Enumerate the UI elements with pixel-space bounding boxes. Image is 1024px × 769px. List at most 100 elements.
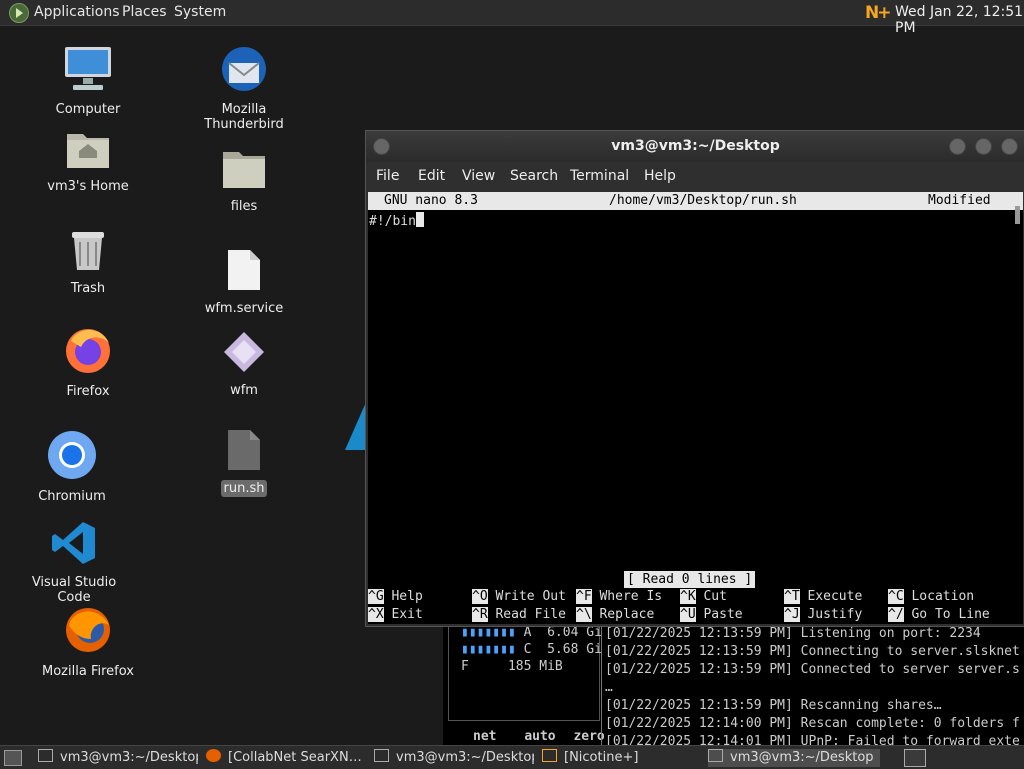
- desktop-icon-files[interactable]: files: [189, 148, 299, 215]
- maximize-button[interactable]: [975, 138, 992, 155]
- terminal-area[interactable]: GNU nano 8.3 /home/vm3/Desktop/run.sh Mo…: [368, 192, 1023, 624]
- desktop-icon-label: Trash: [70, 281, 106, 296]
- firefox-icon: [66, 329, 110, 373]
- log-line: [01/22/2025 12:14:01 PM] UPnP: Failed to…: [605, 734, 1020, 745]
- log-line: [01/22/2025 12:13:59 PM] Connected to se…: [605, 662, 1020, 677]
- nicotine-plus-icon[interactable]: N+: [865, 3, 891, 23]
- show-desktop-icon[interactable]: [4, 750, 22, 766]
- menu-view[interactable]: View: [462, 168, 495, 184]
- shortcut-paste[interactable]: ^U Paste: [680, 607, 743, 622]
- close-button[interactable]: [1001, 138, 1018, 155]
- shortcut-cut[interactable]: ^K Cut: [680, 589, 727, 604]
- desktop-icon-thunderbird[interactable]: Mozilla Thunderbird: [189, 45, 299, 133]
- log-line: [01/22/2025 12:13:59 PM] Connecting to s…: [605, 644, 1020, 659]
- taskbar-item-terminal-active[interactable]: vm3@vm3:~/Desktop: [708, 749, 880, 767]
- applications-menu[interactable]: Applications: [34, 4, 120, 20]
- thunderbird-icon: [222, 47, 266, 91]
- editor-line: #!/bin: [369, 214, 416, 229]
- trash-icon: [72, 232, 104, 270]
- desktop-icon-label: Computer: [55, 102, 121, 117]
- desktop-icon-vscode[interactable]: Visual Studio Code: [19, 520, 129, 606]
- computer-icon: [65, 47, 111, 90]
- shortcut-where-is[interactable]: ^F Where Is: [576, 589, 662, 604]
- nicotine-plus-icon: [542, 749, 557, 762]
- desktop-icon-label: vm3's Home: [47, 179, 129, 194]
- chromium-icon: [48, 431, 96, 479]
- shortcut-read-file[interactable]: ^R Read File: [472, 607, 566, 622]
- editor-content[interactable]: #!/bin: [369, 212, 424, 229]
- desktop-icon-wfm[interactable]: wfm: [189, 330, 299, 399]
- taskbar-item-nicotine[interactable]: [Nicotine+]: [542, 749, 702, 767]
- shortcut-write-out[interactable]: ^O Write Out: [472, 589, 566, 604]
- applications-menu-icon[interactable]: [9, 3, 29, 23]
- shortcut-justify[interactable]: ^J Justify: [784, 607, 862, 622]
- menu-help[interactable]: Help: [644, 168, 676, 184]
- log-line: [01/22/2025 12:13:59 PM] Listening on po…: [605, 626, 981, 641]
- log-line: [01/22/2025 12:13:59 PM] Rescanning shar…: [605, 698, 942, 713]
- script-file-icon: [228, 430, 260, 470]
- desktop-icon-mozilla-firefox[interactable]: Mozilla Firefox: [33, 605, 143, 680]
- shortcut-execute[interactable]: ^T Execute: [784, 589, 862, 604]
- shortcut-location[interactable]: ^C Location: [888, 589, 974, 604]
- shortcut-go-to-line[interactable]: ^/ Go To Line: [888, 607, 990, 622]
- taskbar-item-collabnet-searxng[interactable]: [CollabNet SearXN…: [206, 749, 366, 767]
- terminal-icon: [38, 749, 53, 762]
- firefox-icon: [66, 608, 110, 652]
- menu-edit[interactable]: Edit: [418, 168, 445, 184]
- folder-icon: [223, 152, 265, 188]
- background-terminal[interactable]: ▮▮▮▮▮▮▮ A 6.04 Gi ▮▮▮▮▮▮▮ C 5.68 Gi F 18…: [443, 625, 1024, 745]
- stat-line: ▮▮▮▮▮▮▮ A 6.04 Gi: [461, 625, 602, 640]
- minimize-button[interactable]: [949, 138, 966, 155]
- file-icon: [228, 250, 260, 290]
- firefox-icon: [206, 749, 221, 762]
- desktop-icon-label: wfm.service: [204, 301, 284, 316]
- nano-header: GNU nano 8.3 /home/vm3/Desktop/run.sh Mo…: [368, 192, 1023, 210]
- shortcut-exit[interactable]: ^X Exit: [368, 607, 423, 622]
- log-line: …: [605, 680, 613, 695]
- desktop-icon-computer[interactable]: Computer: [33, 45, 143, 118]
- terminal-icon: [708, 749, 723, 762]
- shortcut-help[interactable]: ^G Help: [368, 589, 423, 604]
- desktop-icon-label: Visual Studio Code: [31, 575, 117, 605]
- taskbar-item-terminal-1[interactable]: vm3@vm3:~/Desktop: [38, 749, 198, 767]
- wallpaper-fragment: [345, 400, 367, 450]
- scrollbar-thumb[interactable]: [1015, 206, 1020, 224]
- taskbar: vm3@vm3:~/Desktop [CollabNet SearXN… vm3…: [0, 745, 1024, 769]
- desktop-icon-label: Mozilla Thunderbird: [204, 102, 284, 132]
- desktop-icon-label: Mozilla Firefox: [42, 664, 134, 679]
- top-panel: Applications Places System N+ Wed Jan 22…: [0, 0, 1024, 36]
- shortcut-replace[interactable]: ^\ Replace: [576, 607, 654, 622]
- menu-file[interactable]: File: [376, 168, 399, 184]
- log-line: [01/22/2025 12:14:00 PM] Rescan complete…: [605, 716, 1020, 731]
- vscode-icon: [52, 522, 95, 564]
- desktop-icon-home[interactable]: vm3's Home: [33, 128, 143, 195]
- clock[interactable]: Wed Jan 22, 12:51 PM: [895, 4, 1024, 36]
- system-menu[interactable]: System: [174, 4, 226, 20]
- menu-terminal[interactable]: Terminal: [570, 168, 629, 184]
- desktop-icon-trash[interactable]: Trash: [33, 228, 143, 297]
- desktop-icon-label: Firefox: [66, 384, 110, 399]
- terminal-icon: [374, 749, 389, 762]
- desktop-icon-label: wfm: [230, 383, 258, 398]
- terminal-window[interactable]: vm3@vm3:~/Desktop File Edit View Search …: [365, 130, 1024, 627]
- desktop-icon-firefox[interactable]: Firefox: [33, 325, 143, 400]
- window-menubar: File Edit View Search Terminal Help: [366, 162, 1024, 192]
- home-folder-icon: [67, 134, 109, 168]
- window-menu-button[interactable]: [373, 138, 390, 155]
- resource-stats: ▮▮▮▮▮▮▮ A 6.04 Gi ▮▮▮▮▮▮▮ C 5.68 Gi F 18…: [448, 625, 602, 721]
- pane-divider: [601, 625, 602, 745]
- workspace-switcher[interactable]: [904, 749, 926, 767]
- desktop-icon-wfm-service[interactable]: wfm.service: [189, 248, 299, 317]
- taskbar-item-terminal-2[interactable]: vm3@vm3:~/Desktop: [374, 749, 534, 767]
- menu-search[interactable]: Search: [510, 168, 558, 184]
- places-menu[interactable]: Places: [122, 4, 167, 20]
- window-title: vm3@vm3:~/Desktop: [611, 138, 780, 154]
- text-cursor: [415, 212, 424, 227]
- nano-version: GNU nano 8.3: [384, 193, 478, 208]
- stat-line: F 185 MiB: [461, 659, 563, 674]
- nano-modified-flag: Modified: [928, 193, 991, 208]
- window-titlebar[interactable]: vm3@vm3:~/Desktop: [366, 131, 1024, 162]
- desktop-icon-label: run.sh: [220, 480, 268, 497]
- desktop-icon-run-sh[interactable]: run.sh: [189, 428, 299, 497]
- desktop-icon-chromium[interactable]: Chromium: [17, 430, 127, 505]
